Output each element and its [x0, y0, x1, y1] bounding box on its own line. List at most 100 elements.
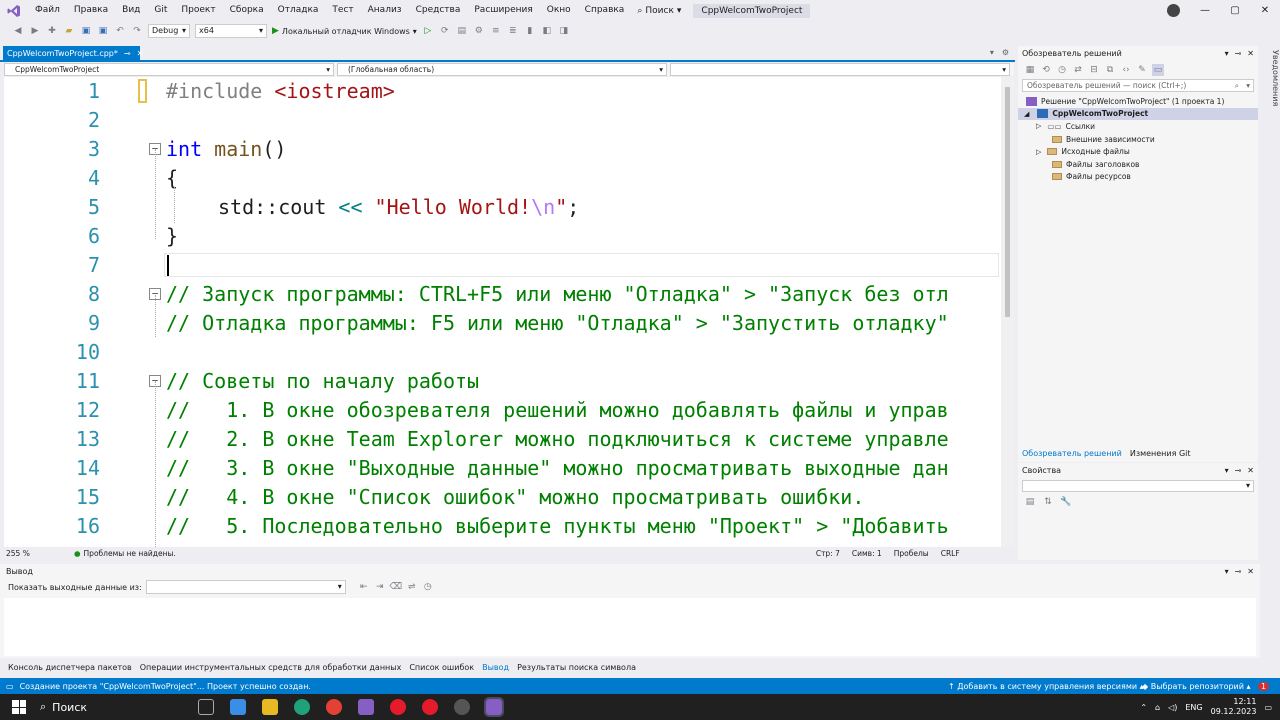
microsoft-store-icon[interactable]	[230, 699, 246, 715]
output-text-area[interactable]	[4, 598, 1256, 656]
bookmark-icon[interactable]: ▮	[524, 25, 536, 37]
problems-status[interactable]: Проблемы не найдены.	[84, 549, 176, 558]
toolbar-tool-icon[interactable]: ⚙	[473, 25, 485, 37]
menu-help[interactable]: Справка	[578, 0, 632, 21]
scrollbar-thumb[interactable]	[1005, 87, 1010, 317]
tree-project[interactable]: ◢ CppWelcomTwoProject	[1018, 107, 1258, 121]
tab-output[interactable]: Вывод	[482, 663, 509, 672]
chevron-right-icon[interactable]: ▷	[1036, 122, 1041, 130]
menu-extensions[interactable]: Расширения	[467, 0, 539, 21]
visual-studio-icon[interactable]	[358, 699, 374, 715]
alphabetical-icon[interactable]: ⇅	[1042, 496, 1054, 508]
windows-start-icon[interactable]	[12, 700, 26, 714]
tree-references[interactable]: ▷ ▭▭ Ссылки	[1018, 120, 1258, 133]
sync-icon[interactable]: ⟲	[1040, 64, 1052, 76]
property-pages-icon[interactable]: 🔧	[1060, 496, 1072, 508]
menu-edit[interactable]: Правка	[67, 0, 115, 21]
open-folder-icon[interactable]: ▰	[63, 25, 75, 37]
start-debugging-button[interactable]: ▶ Локальный отладчик Windows ▾	[272, 26, 417, 36]
output-source-select[interactable]: ▾	[145, 580, 346, 594]
menu-build[interactable]: Сборка	[223, 0, 271, 21]
volume-icon[interactable]: ◁)	[1168, 703, 1177, 712]
back-icon[interactable]: ◀	[12, 25, 24, 37]
chevron-down-icon[interactable]: ▾	[990, 48, 994, 57]
menu-analyze[interactable]: Анализ	[361, 0, 409, 21]
pin-icon[interactable]: ⊸	[1235, 466, 1242, 475]
yandex-icon[interactable]	[422, 699, 438, 715]
switch-views-icon[interactable]: ▦	[1024, 64, 1036, 76]
tab-data-tools-operations[interactable]: Операции инструментальных средств для об…	[140, 663, 402, 672]
visual-studio-active-icon[interactable]	[484, 697, 504, 717]
show-all-files-icon[interactable]: ⧉	[1104, 64, 1116, 76]
chevron-up-icon[interactable]: ⌃	[1140, 703, 1147, 712]
close-icon[interactable]: ✕	[1247, 567, 1254, 576]
pin-icon[interactable]: ⊸	[1235, 567, 1242, 576]
new-item-icon[interactable]: ✚	[46, 25, 58, 37]
tree-header-files[interactable]: Файлы заголовков	[1018, 158, 1258, 171]
pin-icon[interactable]: ⊸	[1235, 49, 1242, 58]
tab-find-symbol-results[interactable]: Результаты поиска символа	[517, 663, 636, 672]
notifications-tab[interactable]: Уведомления	[1262, 46, 1280, 116]
close-icon[interactable]: ✕	[137, 49, 144, 58]
save-all-icon[interactable]: ▣	[97, 25, 109, 37]
collapse-all-icon[interactable]: ⊟	[1088, 64, 1100, 76]
goto-next-icon[interactable]: ⇥	[374, 581, 386, 593]
tree-resource-files[interactable]: Файлы ресурсов	[1018, 171, 1258, 184]
undo-icon[interactable]: ↶	[114, 25, 126, 37]
settings-icon[interactable]: ⚙	[1002, 48, 1009, 57]
tab-package-manager-console[interactable]: Консоль диспетчера пакетов	[8, 663, 132, 672]
clear-all-icon[interactable]: ⌫	[389, 581, 402, 593]
file-explorer-icon[interactable]	[262, 699, 278, 715]
task-view-icon[interactable]	[198, 699, 214, 715]
obs-icon[interactable]	[454, 699, 470, 715]
tab-solution-explorer[interactable]: Обозреватель решений	[1022, 449, 1122, 458]
menu-test[interactable]: Тест	[325, 0, 360, 21]
redo-icon[interactable]: ↷	[131, 25, 143, 37]
menu-git[interactable]: Git	[147, 0, 174, 21]
taskbar-search[interactable]: ⌕ Поиск	[0, 700, 190, 714]
tree-external-deps[interactable]: Внешние зависимости	[1018, 133, 1258, 146]
zoom-level[interactable]: 255 %	[4, 549, 44, 558]
close-icon[interactable]: ✕	[1247, 49, 1254, 58]
tree-solution[interactable]: Решение "CppWelcomTwoProject" (1 проекта…	[1018, 95, 1258, 108]
categorized-icon[interactable]: ▤	[1024, 496, 1036, 508]
word-wrap-icon[interactable]: ⇌	[406, 581, 418, 593]
tab-cpp-file[interactable]: CppWelcomTwoProject.cpp* ⊸ ✕	[3, 46, 143, 60]
chrome-icon[interactable]	[326, 699, 342, 715]
scope-dropdown[interactable]: (Глобальная область) ▾	[337, 63, 667, 76]
whitespace-indicator[interactable]: Пробелы	[894, 549, 929, 558]
code-editor[interactable]: 1 #include <iostream> 2 3 − int main() 4…	[4, 77, 1014, 547]
chevron-right-icon[interactable]: ▷	[1036, 148, 1041, 156]
goto-prev-icon[interactable]: ⇤	[358, 581, 370, 593]
network-icon[interactable]: ⌂	[1155, 703, 1160, 712]
edge-icon[interactable]	[294, 699, 310, 715]
hot-reload-icon[interactable]: ⟳	[439, 25, 451, 37]
close-icon[interactable]: ✕	[1247, 466, 1254, 475]
select-repo-button[interactable]: ◆ Выбрать репозиторий ▴	[1142, 682, 1251, 691]
notification-center-icon[interactable]: ▭	[1264, 703, 1272, 712]
comment-icon[interactable]: ≡	[490, 25, 502, 37]
menu-file[interactable]: Файл	[28, 0, 67, 21]
pin-icon[interactable]: ⊸	[124, 49, 131, 58]
menu-window[interactable]: Окно	[540, 0, 578, 21]
menu-debug[interactable]: Отладка	[271, 0, 326, 21]
member-dropdown[interactable]: ▾	[670, 63, 1010, 76]
minimize-icon[interactable]: —	[1190, 5, 1220, 16]
close-icon[interactable]: ✕	[1250, 5, 1280, 16]
uncomment-icon[interactable]: ≣	[507, 25, 519, 37]
clock[interactable]: 12:11 09.12.2023	[1211, 697, 1257, 717]
chevron-down-icon[interactable]: ▾	[1225, 49, 1229, 58]
properties-icon[interactable]: ✎	[1136, 64, 1148, 76]
menu-project[interactable]: Проект	[174, 0, 222, 21]
save-icon[interactable]: ▣	[80, 25, 92, 37]
code-view-icon[interactable]: ‹›	[1120, 64, 1132, 76]
tree-source-files[interactable]: ▷ Исходные файлы	[1018, 145, 1258, 158]
history-icon[interactable]: ◷	[1056, 64, 1068, 76]
timestamp-icon[interactable]: ◷	[422, 581, 434, 593]
platform-select[interactable]: x64 ▾	[195, 24, 267, 38]
search-box[interactable]: ⌕ Поиск ▾	[631, 6, 687, 16]
preview-icon[interactable]: ▭	[1152, 64, 1164, 76]
vs-logo-icon[interactable]	[0, 0, 28, 21]
avatar[interactable]	[1167, 4, 1180, 17]
next-bookmark-icon[interactable]: ◨	[558, 25, 570, 37]
